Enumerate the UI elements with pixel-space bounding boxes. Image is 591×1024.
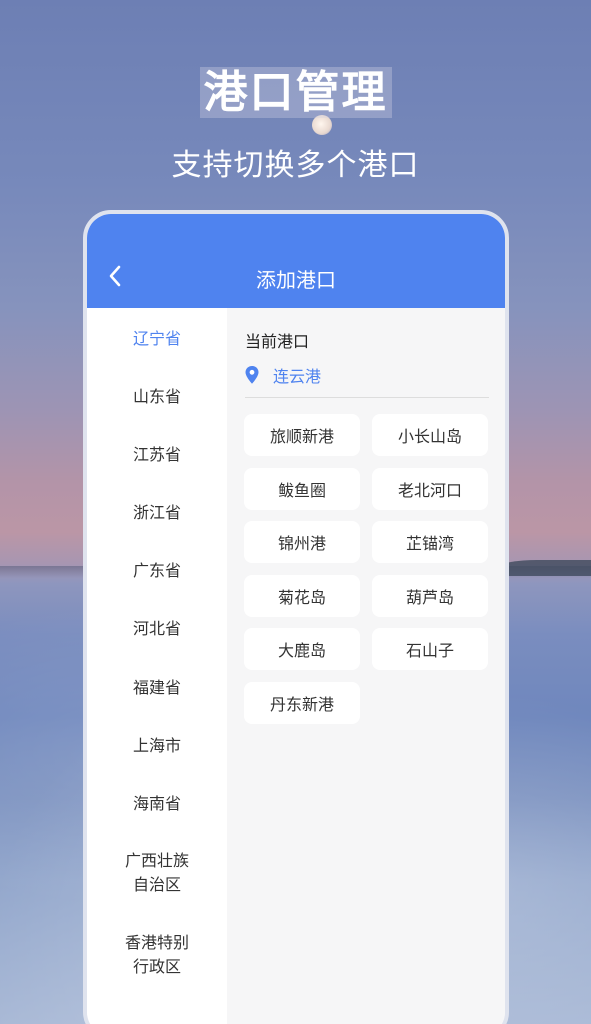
port-panel: 当前港口 连云港 旅顺新港 小长山岛 鲅鱼圈 老北河口 锦州港 芷锚湾 菊花岛 …	[227, 308, 505, 1024]
hero-title: 港口管理	[0, 56, 591, 120]
port-button[interactable]: 旅顺新港	[244, 414, 360, 456]
sidebar-item-shanghai[interactable]: 上海市	[87, 734, 227, 758]
sidebar-item-zhejiang[interactable]: 浙江省	[87, 501, 227, 525]
distant-shore	[501, 560, 591, 576]
sidebar-item-fujian[interactable]: 福建省	[87, 676, 227, 700]
sidebar-item-jiangsu[interactable]: 江苏省	[87, 443, 227, 467]
app-bar: 添加港口	[87, 214, 505, 308]
sidebar-item-shandong[interactable]: 山东省	[87, 385, 227, 409]
port-button[interactable]: 老北河口	[372, 468, 488, 510]
port-button[interactable]: 小长山岛	[372, 414, 488, 456]
hero-subtitle: 支持切换多个港口	[171, 148, 420, 183]
province-sidebar: 辽宁省 山东省 江苏省 浙江省 广东省 河北省 福建省 上海市 海南省 广西壮族…	[87, 308, 227, 1024]
current-port[interactable]: 连云港	[245, 363, 321, 387]
port-button[interactable]: 芷锚湾	[372, 521, 488, 563]
port-button[interactable]: 锦州港	[244, 521, 360, 563]
sidebar-item-guangdong[interactable]: 广东省	[87, 559, 227, 583]
sidebar-item-liaoning[interactable]: 辽宁省	[87, 327, 227, 351]
sidebar-item-hongkong[interactable]: 香港特别 行政区	[87, 931, 227, 979]
divider	[245, 397, 489, 398]
port-button[interactable]: 大鹿岛	[244, 628, 360, 670]
port-button[interactable]: 鲅鱼圈	[244, 468, 360, 510]
phone-frame: 添加港口 辽宁省 山东省 江苏省 浙江省 广东省 河北省 福建省 上海市 海南省…	[83, 210, 509, 1024]
port-button[interactable]: 菊花岛	[244, 575, 360, 617]
port-button[interactable]: 丹东新港	[244, 682, 360, 724]
location-pin-icon	[245, 366, 259, 384]
current-port-label: 当前港口	[245, 332, 310, 351]
sidebar-item-guangxi[interactable]: 广西壮族 自治区	[87, 849, 227, 897]
page-title: 添加港口	[256, 268, 336, 292]
sidebar-item-hebei[interactable]: 河北省	[87, 617, 227, 641]
sidebar-item-hainan[interactable]: 海南省	[87, 792, 227, 816]
port-button[interactable]: 石山子	[372, 628, 488, 670]
current-port-name: 连云港	[273, 367, 322, 386]
port-button[interactable]: 葫芦岛	[372, 575, 488, 617]
